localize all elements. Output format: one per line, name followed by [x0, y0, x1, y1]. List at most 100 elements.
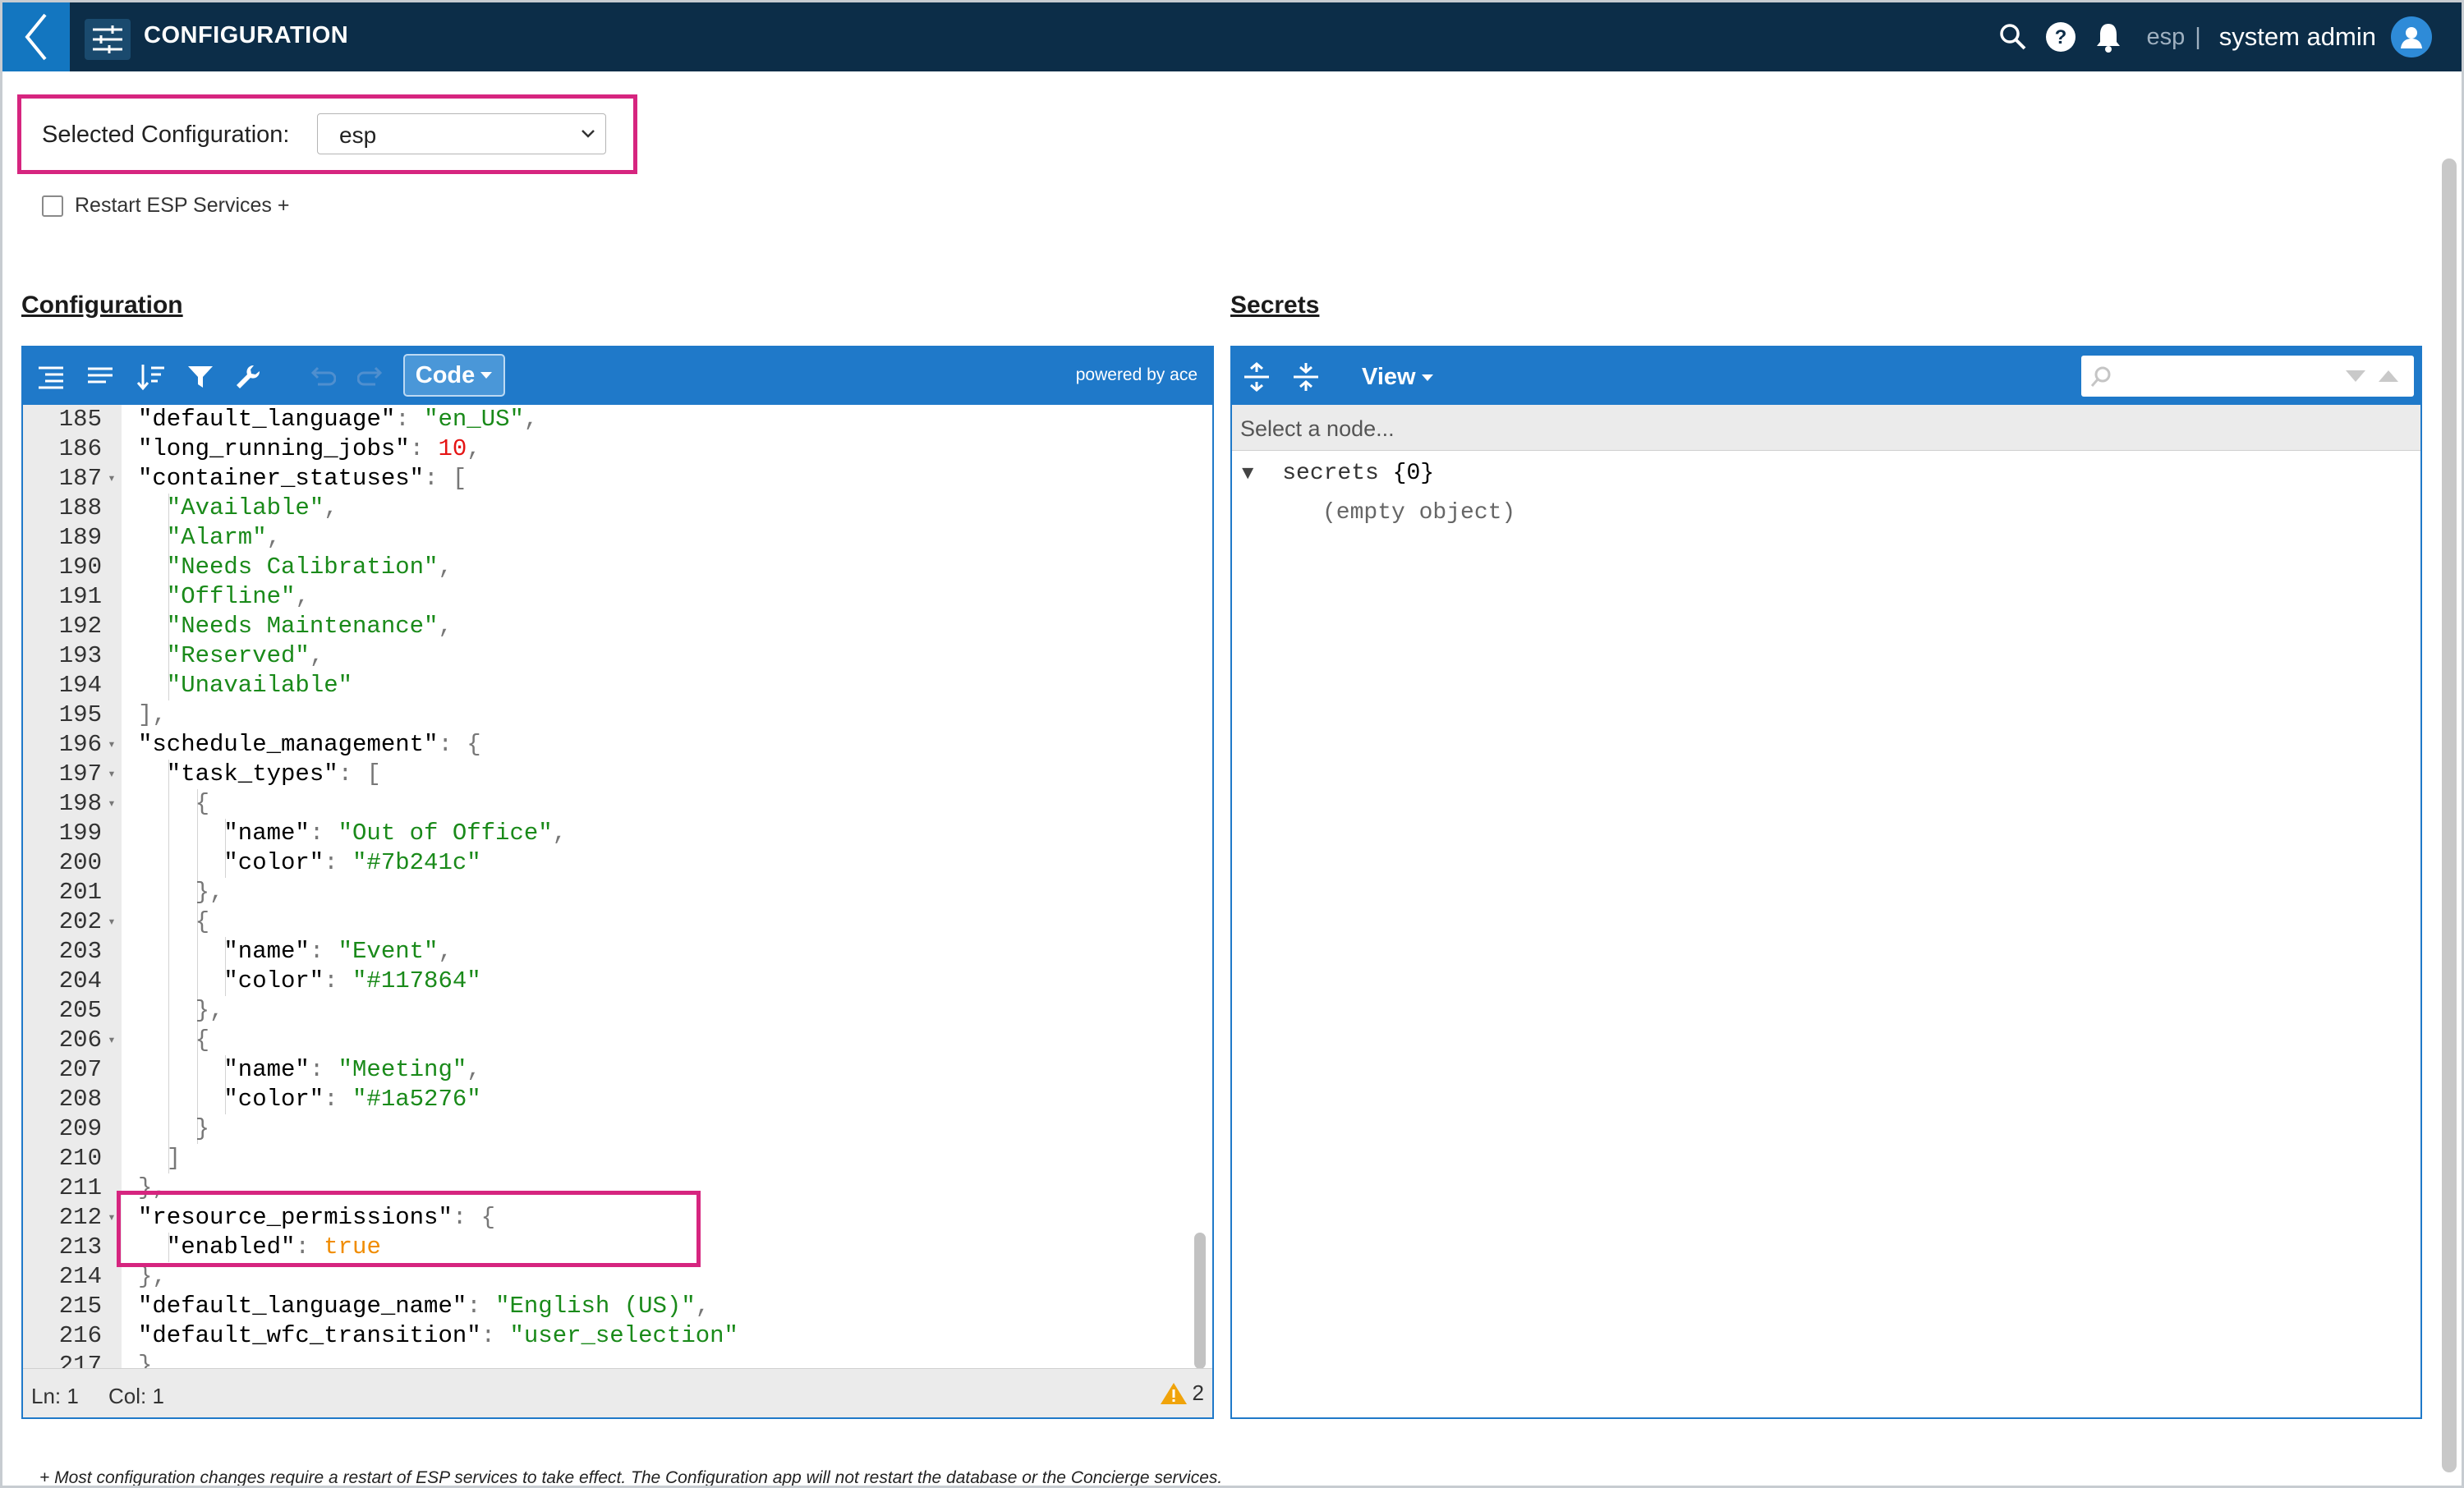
code-line[interactable]: 197 ▾ "task_types": [ [23, 760, 1198, 789]
fold-toggle-icon[interactable]: ▾ [103, 730, 120, 760]
code-line[interactable]: 202 ▾ { [23, 907, 1198, 937]
collapse-all-icon[interactable] [1291, 362, 1321, 392]
indent-guide [168, 789, 169, 819]
code-line[interactable]: 215 "default_language_name": "English (US… [23, 1292, 1198, 1321]
code-token: : [ [424, 465, 467, 492]
fold-toggle-icon[interactable]: ▾ [103, 1026, 120, 1055]
code-text: ], [138, 700, 167, 730]
code-line[interactable]: 195], [23, 700, 1198, 730]
code-line[interactable]: 203 "name": "Event", [23, 937, 1198, 967]
code-token: : [ [338, 760, 381, 788]
resource-permissions-highlight [117, 1191, 701, 1267]
configuration-select-value: esp [339, 122, 377, 148]
line-number: 214 [58, 1263, 102, 1290]
user-avatar-icon[interactable] [2391, 16, 2432, 57]
code-line[interactable]: 198 ▾ { [23, 789, 1198, 819]
mode-dropdown-button[interactable]: Code [403, 354, 505, 397]
fold-toggle-icon[interactable]: ▾ [103, 789, 120, 819]
back-chevron-icon [25, 13, 47, 61]
sort-icon[interactable] [136, 362, 166, 392]
secrets-empty-node: (empty object) [1322, 500, 1515, 526]
restart-services-checkbox[interactable] [42, 195, 63, 217]
code-line[interactable]: 207 "name": "Meeting", [23, 1055, 1198, 1085]
code-token: }, [195, 879, 224, 906]
format-icon[interactable] [36, 362, 66, 392]
redo-icon[interactable] [356, 362, 386, 392]
line-number: 197 [58, 760, 102, 788]
indent-guide [168, 848, 169, 878]
code-token: }, [195, 997, 224, 1024]
code-line[interactable]: 199 "name": "Out of Office", [23, 819, 1198, 848]
code-line[interactable]: 209} [23, 1114, 1198, 1144]
help-icon[interactable]: ? [2043, 19, 2079, 55]
page-scrollbar[interactable] [2442, 158, 2457, 1472]
code-line[interactable]: 208 "color": "#1a5276" [23, 1085, 1198, 1114]
code-token: : [409, 435, 439, 462]
back-button[interactable] [2, 2, 70, 71]
filter-icon[interactable] [186, 362, 215, 392]
configuration-select[interactable]: esp [317, 113, 606, 154]
code-line[interactable]: 206 ▾ { [23, 1026, 1198, 1055]
code-token: "Needs Calibration" [166, 553, 439, 581]
code-line[interactable]: 185 "default_language": "en_US", [23, 405, 1198, 434]
selected-configuration-label: Selected Configuration: [42, 122, 290, 148]
line-number: 198 [58, 790, 102, 817]
secrets-search-input[interactable] [2081, 356, 2414, 397]
restart-services-option[interactable]: Restart ESP Services + [42, 194, 289, 218]
indent-guide [196, 819, 198, 848]
bell-icon[interactable] [2090, 19, 2126, 55]
line-number: 216 [58, 1322, 102, 1349]
powered-by-ace[interactable]: powered by ace [1076, 365, 1198, 385]
caret-down-icon [480, 372, 493, 379]
code-line[interactable]: 188 "Available", [23, 494, 1198, 523]
empty-object-label: (empty object) [1322, 500, 1516, 526]
code-line[interactable]: 194 "Unavailable" [23, 671, 1198, 700]
code-line[interactable]: 190 "Needs Calibration", [23, 553, 1198, 582]
code-line[interactable]: 186 "long_running_jobs": 10, [23, 434, 1198, 464]
code-line[interactable]: 201}, [23, 878, 1198, 907]
expand-triangle-icon[interactable]: ▼ [1242, 463, 1253, 485]
footnote: + Most configuration changes require a r… [39, 1468, 1223, 1487]
fold-toggle-icon[interactable]: ▾ [103, 907, 120, 937]
code-line[interactable]: 210] [23, 1144, 1198, 1173]
code-text: { [195, 789, 209, 819]
code-text: "default_language_name": "English (US)", [138, 1292, 710, 1321]
code-line[interactable]: 200 "color": "#7b241c" [23, 848, 1198, 878]
warning-icon [1160, 1382, 1187, 1404]
code-line[interactable]: 204 "color": "#117864" [23, 967, 1198, 996]
code-line[interactable]: 189 "Alarm", [23, 523, 1198, 553]
secrets-root-node[interactable]: ▼ secrets {0} [1242, 461, 1434, 486]
user-name[interactable]: system admin [2219, 22, 2376, 52]
code-text: "color": "#1a5276" [223, 1085, 480, 1114]
code-line[interactable]: 216 "default_wfc_transition": "user_selec… [23, 1321, 1198, 1351]
compact-icon[interactable] [85, 362, 115, 392]
repair-icon[interactable] [233, 362, 263, 392]
code-line[interactable]: 193 "Reserved", [23, 641, 1198, 671]
search-previous-icon[interactable] [2378, 369, 2399, 383]
code-line[interactable]: 191 "Offline", [23, 582, 1198, 612]
indent-guide [168, 1055, 169, 1085]
code-token: "en_US" [424, 406, 524, 433]
secrets-root-count: {0} [1392, 461, 1435, 486]
code-line[interactable]: 196 ▾ "schedule_management": { [23, 730, 1198, 760]
fold-toggle-icon[interactable]: ▾ [103, 464, 120, 494]
line-number: 217 [58, 1352, 102, 1368]
line-number: 202 [58, 908, 102, 935]
undo-icon[interactable] [307, 362, 337, 392]
secrets-editor[interactable]: View Select a node... ▼ secrets {0} (emp… [1230, 346, 2422, 1419]
configuration-editor[interactable]: Code powered by ace 185 "default_language… [21, 346, 1214, 1419]
view-dropdown-button[interactable]: View [1362, 364, 1434, 391]
code-line[interactable]: 187 ▾ "container_statuses": [ [23, 464, 1198, 494]
editor-scrollbar[interactable] [1194, 1233, 1206, 1369]
fold-toggle-icon[interactable]: ▾ [103, 760, 120, 789]
expand-all-icon[interactable] [1242, 362, 1271, 392]
code-line[interactable]: 192 "Needs Maintenance", [23, 612, 1198, 641]
code-text: "name": "Event", [223, 937, 452, 967]
validation-warnings[interactable]: 2 [1160, 1380, 1204, 1406]
code-text: "Reserved", [167, 641, 324, 671]
code-line[interactable]: 217} [23, 1351, 1198, 1368]
search-next-icon[interactable] [2345, 369, 2366, 383]
code-line[interactable]: 205}, [23, 996, 1198, 1026]
search-icon[interactable] [1995, 19, 2031, 55]
code-token: ] [166, 1145, 182, 1172]
